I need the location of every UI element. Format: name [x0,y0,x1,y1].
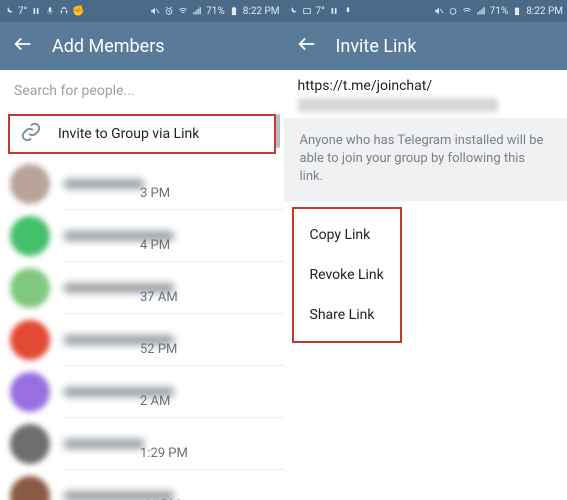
alarm-icon [448,6,458,16]
status-bar: 7° ✊ 71% [0,0,284,22]
revoke-link-button[interactable]: Revoke Link [308,255,386,295]
invite-link-row-wrap: Invite to Group via Link [0,112,284,158]
contact-time: 4 PM [140,238,170,253]
battery-percent: 71% [490,6,509,17]
back-button[interactable] [12,33,34,59]
hand-icon: ✊ [73,6,83,16]
status-time: 8:22 PM [243,6,280,17]
contact-text: 3 PM [64,179,274,189]
mute-icon [150,6,160,16]
moon-icon [288,6,298,16]
app-bar: Add Members [0,22,284,70]
contact-time: 37 AM [140,290,178,305]
mute-icon [434,6,444,16]
avatar [10,320,50,360]
contact-time: 3 PM [140,186,170,201]
invite-url-hidden-part [298,98,498,112]
invite-info-text: Anyone who has Telegram installed will b… [284,118,567,201]
contact-name-blurred [64,179,144,189]
contact-item[interactable]: 37 AM [0,262,284,314]
battery-icon [512,6,522,16]
headphones-icon [59,6,69,16]
contact-time: 52 PM [140,342,177,357]
status-left: 7° [288,6,353,17]
wifi-icon [178,6,188,16]
invite-via-link-label: Invite to Group via Link [58,126,199,142]
contact-item[interactable]: 3 PM [0,158,284,210]
contact-item[interactable]: 52 PM [0,314,284,366]
status-time: 8:22 PM [526,6,563,17]
contact-item[interactable]: :41 PM [0,470,284,500]
status-left: 7° ✊ [4,6,83,17]
page-title: Add Members [52,36,165,57]
avatar [10,268,50,308]
screen-add-members: 7° ✊ 71% [0,0,284,500]
contact-item[interactable]: 2 AM [0,366,284,418]
contact-time: 2 AM [140,394,170,409]
search-input[interactable]: Search for people... [0,70,284,112]
share-link-button[interactable]: Share Link [308,295,386,335]
alarm-icon [164,6,174,16]
app-bar: Invite Link [284,22,567,70]
avatar [10,372,50,412]
back-button[interactable] [296,33,318,59]
status-right: 71% 8:22 PM [150,6,279,17]
copy-link-button[interactable]: Copy Link [308,215,386,255]
moon-icon [4,6,14,16]
contact-item[interactable]: 1:29 PM [0,418,284,470]
link-actions-box: Copy Link Revoke Link Share Link [292,207,402,343]
page-title: Invite Link [336,36,417,57]
signal-icon [476,6,486,16]
pause-icon [31,6,41,16]
invite-url: https://t.me/joinchat/ [298,78,554,94]
screenshot-icon [302,6,312,16]
scroll-indicator[interactable] [276,114,280,148]
avatar [10,164,50,204]
mic-icon [343,6,353,16]
contact-name-blurred [64,439,144,449]
avatar [10,476,50,500]
status-bar: 7° 71% 8:22 PM [284,0,567,22]
search-placeholder: Search for people... [14,83,135,99]
contacts-list: 3 PM 4 PM 37 AM 52 PM 2 AM [0,158,284,500]
avatar [10,424,50,464]
invite-url-box[interactable]: https://t.me/joinchat/ [284,70,567,118]
status-temperature: 7° [18,6,27,17]
screen-invite-link: 7° 71% 8:22 PM [284,0,567,500]
contact-time: 1:29 PM [140,446,188,461]
signal-icon [192,6,202,16]
avatar [10,216,50,256]
contact-item[interactable]: 4 PM [0,210,284,262]
pause-icon [329,6,339,16]
battery-icon [229,6,239,16]
mic-icon [45,6,55,16]
link-icon [20,121,42,147]
status-right: 71% 8:22 PM [434,6,563,17]
invite-via-link-button[interactable]: Invite to Group via Link [8,114,276,154]
wifi-icon [462,6,472,16]
status-temperature: 7° [316,6,325,17]
battery-percent: 71% [206,6,225,17]
